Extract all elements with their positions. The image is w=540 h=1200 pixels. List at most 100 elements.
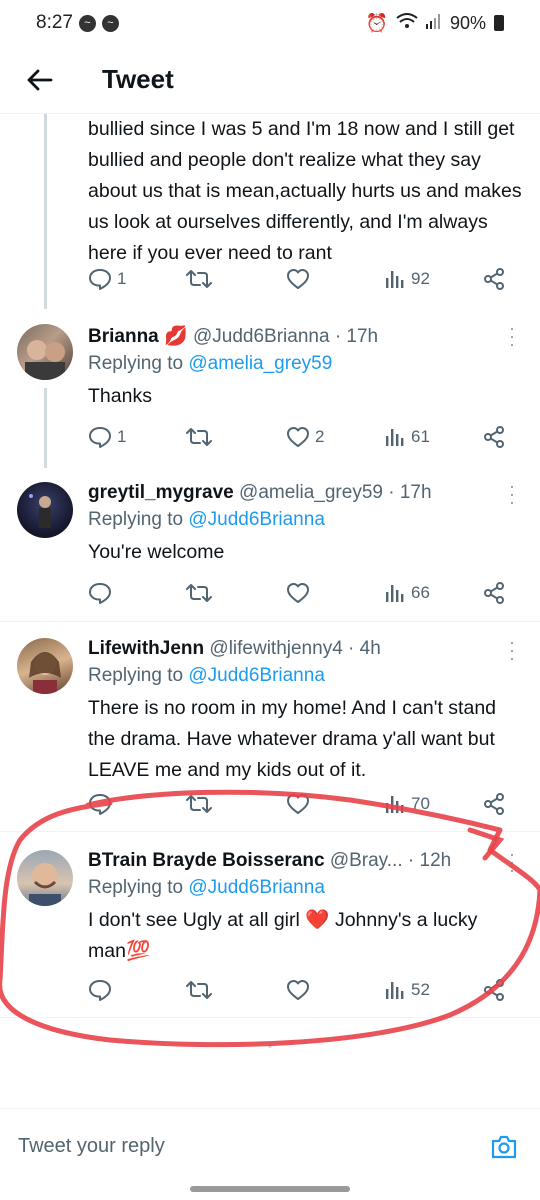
retweet-icon (186, 981, 212, 999)
retweet-icon (186, 584, 212, 602)
views-icon (386, 982, 404, 999)
like-button[interactable] (286, 975, 310, 1005)
reply-input[interactable]: Tweet your reply (18, 1135, 486, 1158)
camera-button[interactable] (486, 1129, 522, 1165)
reply-button[interactable] (88, 975, 112, 1005)
replying-to: Replying to @Judd6Brianna (88, 509, 325, 531)
tweet-actions: 1 92 (88, 264, 518, 294)
like-button[interactable]: 2 (286, 422, 324, 452)
tweet-item[interactable]: BTrain Brayde Boisseranc @Bray... · 12h … (0, 832, 540, 1018)
timestamp: · 17h (388, 482, 432, 503)
replying-to-link[interactable]: @Judd6Brianna (188, 509, 325, 530)
tweet-text: Thanks (88, 385, 152, 407)
status-right: ⏰ 90% (366, 13, 504, 34)
reply-button[interactable]: 1 (88, 264, 126, 294)
share-button[interactable] (482, 578, 506, 608)
status-time: 8:27 (36, 12, 73, 33)
timestamp: · 12h (407, 850, 452, 871)
replying-to-link[interactable]: @amelia_grey59 (188, 353, 332, 374)
views-button[interactable]: 52 (384, 975, 430, 1005)
retweet-button[interactable] (186, 422, 212, 452)
reply-icon (89, 427, 111, 448)
views-button[interactable]: 92 (384, 264, 430, 294)
tweet-actions: 70 (88, 789, 518, 819)
replying-label: Replying to (88, 877, 184, 898)
like-count: 2 (315, 427, 325, 446)
handle[interactable]: @amelia_grey59 (239, 482, 383, 503)
heart-emoji: ❤️ (305, 909, 330, 931)
share-icon (484, 793, 504, 815)
share-button[interactable] (482, 789, 506, 819)
thread-line (44, 114, 47, 309)
replying-to-link[interactable]: @Judd6Brianna (188, 665, 325, 686)
share-button[interactable] (482, 264, 506, 294)
share-icon (484, 979, 504, 1001)
more-icon[interactable]: · · · (502, 633, 522, 667)
reply-count: 1 (117, 269, 127, 288)
tweet-item[interactable]: LifewithJenn @lifewithjenny4 · 4h · · · Re… (0, 622, 540, 832)
retweet-button[interactable] (186, 578, 212, 608)
home-indicator[interactable] (190, 1186, 350, 1192)
views-button[interactable]: 66 (384, 578, 430, 608)
signal-icon (425, 13, 442, 34)
replying-to-link[interactable]: @Judd6Brianna (188, 877, 325, 898)
share-button[interactable] (482, 975, 506, 1005)
display-name[interactable]: Brianna (88, 326, 159, 347)
tweet-text: I don't see Ugly at all girl ❤️ Johnny's… (88, 905, 528, 967)
reply-icon (89, 794, 111, 815)
more-icon[interactable]: · · · (502, 845, 522, 879)
avatar[interactable] (17, 482, 73, 538)
replying-to: Replying to @Judd6Brianna (88, 877, 325, 899)
views-icon (386, 429, 404, 446)
tweet-header: BTrain Brayde Boisseranc @Bray... · 12h (88, 850, 498, 872)
like-icon (287, 794, 309, 814)
views-count: 61 (411, 427, 430, 446)
like-icon (287, 980, 309, 1000)
handle[interactable]: @lifewithjenny4 (209, 638, 342, 659)
back-button[interactable] (0, 46, 80, 114)
like-button[interactable] (286, 578, 310, 608)
views-icon (386, 271, 404, 288)
retweet-button[interactable] (186, 789, 212, 819)
tweet-actions: 66 (88, 578, 518, 608)
share-icon (484, 268, 504, 290)
views-icon (386, 585, 404, 602)
display-name[interactable]: BTrain Brayde Boisseranc (88, 850, 325, 871)
share-button[interactable] (482, 422, 506, 452)
like-button[interactable] (286, 264, 310, 294)
avatar[interactable] (17, 638, 73, 694)
lips-emoji: 💋 (164, 326, 188, 347)
handle[interactable]: @Bray... (330, 850, 403, 871)
reply-button[interactable] (88, 578, 112, 608)
handle[interactable]: @Judd6Brianna (193, 326, 330, 347)
display-name[interactable]: LifewithJenn (88, 638, 204, 659)
reply-button[interactable] (88, 789, 112, 819)
replying-to: Replying to @amelia_grey59 (88, 353, 332, 375)
avatar[interactable] (17, 324, 73, 380)
retweet-button[interactable] (186, 264, 212, 294)
views-button[interactable]: 70 (384, 789, 430, 819)
retweet-button[interactable] (186, 975, 212, 1005)
display-name[interactable]: greytil_mygrave (88, 482, 234, 503)
replying-label: Replying to (88, 509, 184, 530)
more-icon[interactable]: · · · (502, 477, 522, 511)
views-count: 92 (411, 269, 430, 288)
reply-icon (89, 269, 111, 290)
reply-icon (89, 583, 111, 604)
share-icon (484, 426, 504, 448)
tweet-actions: 1 2 61 (88, 422, 518, 452)
reply-icon (89, 980, 111, 1001)
retweet-icon (186, 428, 212, 446)
wifi-icon (396, 12, 418, 34)
like-button[interactable] (286, 789, 310, 819)
avatar[interactable] (17, 850, 73, 906)
tweet-item[interactable]: greytil_mygrave @amelia_grey59 · 17h · · ·… (0, 464, 540, 622)
tweet-text: You're welcome (88, 541, 225, 563)
reply-button[interactable]: 1 (88, 422, 126, 452)
messenger-icon: ~ (101, 14, 119, 32)
hundred-emoji: 💯 (125, 940, 151, 962)
views-button[interactable]: 61 (384, 422, 430, 452)
like-icon (287, 269, 309, 289)
battery-percent: 90% (449, 12, 486, 33)
more-icon[interactable]: · · · (502, 319, 522, 353)
